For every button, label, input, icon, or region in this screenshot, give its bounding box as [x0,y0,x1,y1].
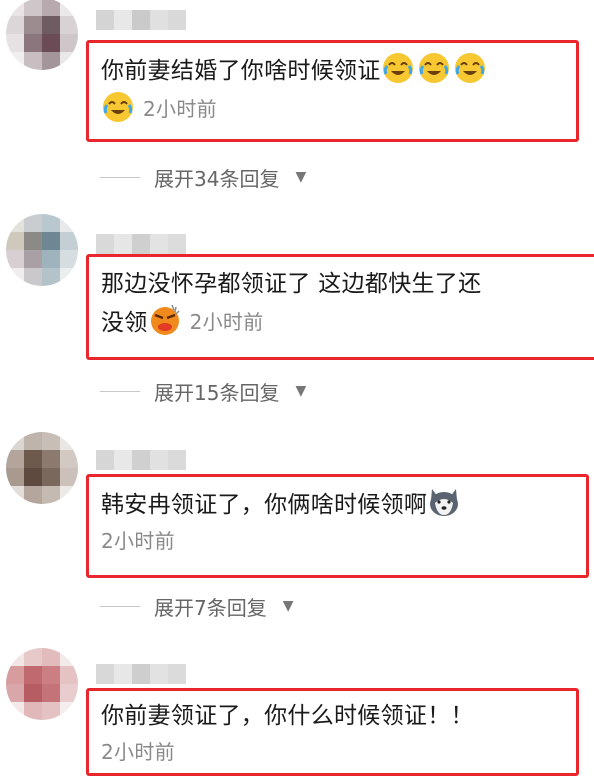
comment-text: 韩安冉领证了，你俩啥时候领啊 [101,485,574,524]
crying-laughing-emoji-icon [454,53,485,83]
comment-text: 那边没怀孕都领证了 这边都快生了还 [101,271,482,297]
comment-text: 你前妻领证了，你什么时候领证！！ [101,703,474,729]
highlighted-comment-box: 你前妻结婚了你啥时候领证 2小时前 [86,40,579,142]
highlighted-comment-box: 韩安冉领证了，你俩啥时候领啊 2小时前 [86,474,589,578]
avatar[interactable] [6,0,78,70]
expand-replies-button[interactable]: 展开15条回复 ▼ [100,377,306,405]
expand-replies-button[interactable]: 展开7条回复 ▼ [100,592,294,620]
angry-face-emoji-icon [150,304,180,335]
username[interactable] [96,450,186,470]
crying-laughing-emoji-icon [418,53,449,83]
avatar[interactable] [6,432,78,504]
username[interactable] [96,234,186,254]
highlighted-comment-box: 那边没怀孕都领证了 这边都快生了还 没领 2小时前 [86,254,594,360]
chevron-down-icon: ▼ [295,169,307,185]
timestamp: 2小时前 [101,740,175,764]
timestamp: 2小时前 [143,97,217,121]
husky-dog-emoji-icon [430,489,459,516]
avatar[interactable] [6,648,78,720]
crying-laughing-emoji-icon [382,53,413,83]
expand-replies-button[interactable]: 展开34条回复 ▼ [100,163,306,191]
username[interactable] [96,10,186,30]
avatar[interactable] [6,214,78,286]
expand-replies-label: 展开15条回复 [154,380,280,405]
divider [100,605,140,607]
divider [100,176,140,178]
chevron-down-icon: ▼ [282,598,294,614]
highlighted-comment-box: 你前妻领证了，你什么时候领证！！ 2小时前 [86,688,579,776]
crying-laughing-emoji-icon [103,92,133,122]
username[interactable] [96,664,186,684]
divider [100,390,140,392]
chevron-down-icon: ▼ [295,383,307,399]
timestamp: 2小时前 [189,310,264,334]
timestamp: 2小时前 [101,529,175,553]
expand-replies-label: 展开34条回复 [154,166,280,191]
comment-text: 你前妻结婚了你啥时候领证 [101,51,564,90]
expand-replies-label: 展开7条回复 [154,595,267,620]
